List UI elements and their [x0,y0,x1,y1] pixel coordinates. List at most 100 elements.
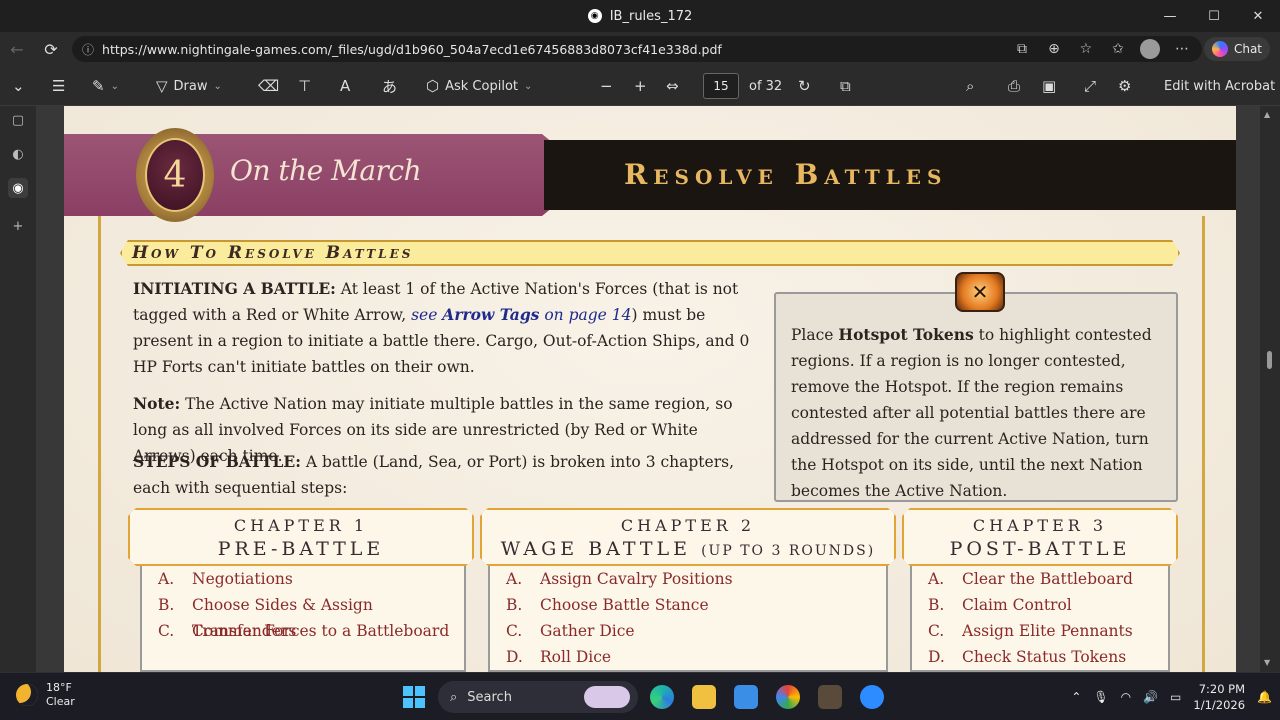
chevron-down-icon: ⌄ [213,80,222,92]
start-button[interactable] [396,681,432,713]
step-letter: D. [928,648,945,666]
edit-with-acrobat-button[interactable]: Edit with Acrobat [1164,74,1275,98]
weather-widget[interactable]: 18°F Clear [16,681,75,709]
hotspot-bold: Hotspot Tokens [838,325,974,344]
notification-bell-icon[interactable]: 🔔 [1257,690,1272,704]
print-icon[interactable]: ⎙ [1008,74,1020,98]
battery-icon[interactable]: ▭ [1170,690,1181,704]
contents-icon[interactable]: ☰ [52,74,65,98]
chapter-1-steps: A. Negotiations B. Choose Sides & Assign C… [140,566,466,672]
taskbar-edge[interactable] [644,681,680,713]
taskbar-game[interactable] [812,681,848,713]
step-text: Assign Cavalry Positions [540,570,733,588]
find-icon[interactable]: ⌕ [966,74,974,98]
page-number-input[interactable]: 15 [703,73,739,99]
step-letter: A. [928,570,945,588]
taskbar-store[interactable] [728,681,764,713]
list-item: A. Assign Cavalry Positions [490,566,886,592]
clock-date: 1/1/2026 [1193,698,1246,712]
vertical-scrollbar[interactable]: ▲ ▼ [1260,106,1280,672]
tray-overflow-chevron-icon[interactable]: ⌃ [1071,690,1081,704]
maximize-button[interactable]: ☐ [1192,0,1236,32]
taskbar-chrome[interactable] [770,681,806,713]
chapter-3-number: CHAPTER 3 [972,516,1108,535]
step-text: Clear the Battleboard [962,570,1133,588]
translate-icon[interactable]: あ [382,74,397,98]
fullscreen-icon[interactable]: ⤢ [1084,74,1096,98]
initiating-label: INITIATING A BATTLE: [133,279,336,298]
minimize-button[interactable]: — [1148,0,1192,32]
save-icon[interactable]: ▣ [1042,74,1056,98]
site-info-icon[interactable]: ⓘ [82,41,94,58]
close-button[interactable]: ✕ [1236,0,1280,32]
list-item: B. Choose Sides & Assign Commanders [142,592,464,640]
note-label: Note: [133,394,181,413]
read-aloud-icon[interactable]: A [340,74,350,98]
settings-gear-icon[interactable]: ⚙ [1118,74,1131,98]
pdf-app-icon: ◉ [587,9,602,23]
eraser-icon[interactable]: ⌫ [258,74,279,98]
hotspot-token-icon: ✕ [955,272,1005,312]
list-item: B. Claim Control [912,592,1168,618]
weather-condition: Clear [46,695,75,708]
microphone-icon[interactable]: 🎙 [1093,690,1108,704]
wifi-icon[interactable]: ◠ [1121,690,1131,704]
zoom-in-icon[interactable]: + [634,74,647,98]
chapter-1-header: CHAPTER 1 PRE-BATTLE [128,508,474,566]
copilot-chat-button[interactable]: Chat [1203,37,1270,61]
sidebar-toggle-chevron-icon[interactable]: ⌄ [12,74,25,98]
favorites-icon[interactable]: ✩ [1108,39,1128,59]
immersive-reader-icon[interactable]: ⧉ [1012,39,1032,59]
list-item: D. Check Status Tokens [912,644,1168,670]
list-item: A. Negotiations [142,566,464,592]
store-icon [734,685,758,709]
zoom-icon[interactable]: ⊕ [1044,39,1064,59]
chat-label: Chat [1233,42,1262,56]
window-title: IB_rules_172 [609,8,693,24]
rotate-icon[interactable]: ↻ [798,74,811,98]
chapter-3-header: CHAPTER 3 POST-BATTLE [902,508,1178,566]
profile-avatar[interactable] [1139,39,1160,59]
favorite-star-icon[interactable]: ☆ [1076,39,1096,59]
step-letter: A. [158,570,175,588]
subsection-banner: How To Resolve Battles [120,240,1180,266]
chapter-2-suffix: (UP TO 3 ROUNDS) [701,543,876,559]
clock-time: 7:20 PM [1198,682,1246,696]
clock[interactable]: 7:20 PM 1/1/2026 [1193,681,1245,713]
chapter-medallion: 4 [136,128,214,222]
page-view-icon[interactable]: ⧉ [840,74,851,98]
ask-copilot-label: Ask Copilot [445,78,518,94]
scroll-thumb[interactable] [1267,351,1272,369]
pdf-app-sidebar-icon[interactable]: ◉ [8,178,28,198]
scroll-up-icon[interactable]: ▲ [1264,110,1270,119]
taskbar-file-explorer[interactable] [686,681,722,713]
taskbar-search[interactable]: ⌕ Search [438,681,638,713]
chapter-title: On the March [230,154,422,187]
section-title: Resolve Battles [624,158,948,191]
more-menu-icon[interactable]: ⋯ [1172,39,1192,59]
ask-copilot-button[interactable]: ⬡ Ask Copilot ⌄ [426,74,532,98]
chapter-3-steps: A. Clear the Battleboard B. Claim Control … [910,566,1170,672]
draw-tool[interactable]: ▽ Draw ⌄ [156,74,222,98]
fit-page-icon[interactable]: ⇔ [666,74,679,98]
back-icon[interactable]: ← [0,32,34,66]
taskbar-zoom[interactable] [854,681,890,713]
collections-icon[interactable]: ▢ [8,110,28,130]
refresh-icon[interactable]: ⟳ [34,32,68,66]
list-item: A. Clear the Battleboard [912,566,1168,592]
draw-label: Draw [173,78,208,94]
highlight-tool[interactable]: ✎ ⌄ [92,74,119,98]
step-text: Transfer Forces to a Battleboard [192,622,450,640]
step-text: Claim Control [962,596,1072,614]
browser-essentials-icon[interactable]: ◐ [8,144,28,164]
list-item: C. Transfer Forces to a Battleboard [142,618,464,644]
zoom-out-icon[interactable]: − [600,74,613,98]
pdf-viewer[interactable]: 4 On the March Resolve Battles How To Re… [36,106,1260,672]
add-text-icon[interactable]: ⊤ [298,74,311,98]
scroll-down-icon[interactable]: ▼ [1264,658,1270,667]
add-sidebar-app-icon[interactable]: + [8,216,28,236]
step-letter: C. [158,622,175,640]
volume-icon[interactable]: 🔊 [1143,690,1158,704]
arrow-tags-link[interactable]: see Arrow Tags on page 14 [411,305,631,324]
search-label: Search [467,689,512,705]
